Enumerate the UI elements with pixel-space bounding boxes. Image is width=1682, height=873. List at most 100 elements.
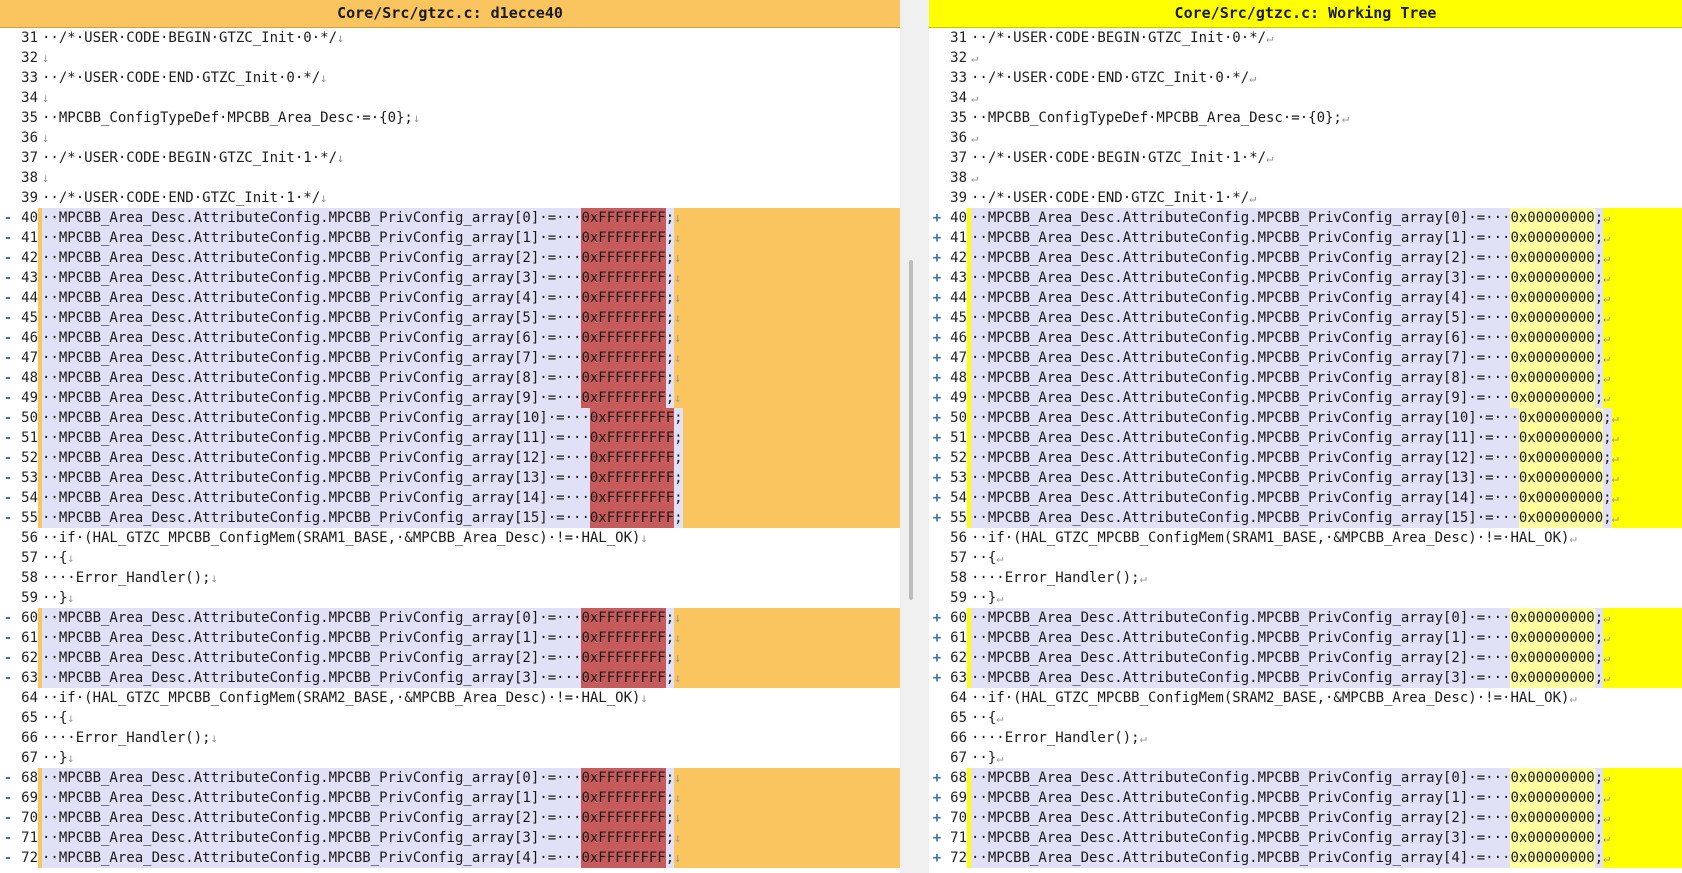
code-text[interactable]: ··} ↓ <box>38 748 900 768</box>
code-line[interactable]: +55 ··MPCBB_Area_Desc.AttributeConfig.MPC… <box>929 508 1682 528</box>
code-line[interactable]: +61 ··MPCBB_Area_Desc.AttributeConfig.MPC… <box>929 628 1682 648</box>
code-line[interactable]: -51 ··MPCBB_Area_Desc.AttributeConfig.MPC… <box>0 428 900 448</box>
code-line[interactable]: -72 ··MPCBB_Area_Desc.AttributeConfig.MPC… <box>0 848 900 868</box>
code-line[interactable]: 38 ↓ <box>0 168 900 188</box>
code-line[interactable]: 38 ↵ <box>929 168 1682 188</box>
code-text[interactable]: ↓ <box>38 48 900 68</box>
code-line[interactable]: +53 ··MPCBB_Area_Desc.AttributeConfig.MPC… <box>929 468 1682 488</box>
code-text[interactable]: ··MPCBB_Area_Desc.AttributeConfig.MPCBB_… <box>967 328 1682 348</box>
code-text[interactable]: ··MPCBB_Area_Desc.AttributeConfig.MPCBB_… <box>967 348 1682 368</box>
right-code-lines[interactable]: 31 ··/*·USER·CODE·BEGIN·GTZC_Init·0·*/↵ 32… <box>929 28 1682 868</box>
code-text[interactable]: ··MPCBB_Area_Desc.AttributeConfig.MPCBB_… <box>967 608 1682 628</box>
code-text[interactable]: ··MPCBB_Area_Desc.AttributeConfig.MPCBB_… <box>38 828 900 848</box>
code-line[interactable]: +45 ··MPCBB_Area_Desc.AttributeConfig.MPC… <box>929 308 1682 328</box>
code-text[interactable]: ··MPCBB_Area_Desc.AttributeConfig.MPCBB_… <box>38 248 900 268</box>
code-line[interactable]: -55 ··MPCBB_Area_Desc.AttributeConfig.MPC… <box>0 508 900 528</box>
code-text[interactable]: ↵ <box>967 48 1682 68</box>
code-text[interactable]: ··MPCBB_Area_Desc.AttributeConfig.MPCBB_… <box>967 368 1682 388</box>
code-line[interactable]: +40 ··MPCBB_Area_Desc.AttributeConfig.MPC… <box>929 208 1682 228</box>
code-text[interactable]: ··MPCBB_Area_Desc.AttributeConfig.MPCBB_… <box>967 508 1682 528</box>
code-line[interactable]: 35 ··MPCBB_ConfigTypeDef·MPCBB_Area_Desc·… <box>929 108 1682 128</box>
code-line[interactable]: +46 ··MPCBB_Area_Desc.AttributeConfig.MPC… <box>929 328 1682 348</box>
code-line[interactable]: 56 ··if·(HAL_GTZC_MPCBB_ConfigMem(SRAM1_B… <box>0 528 900 548</box>
code-line[interactable]: 58 ····Error_Handler(); ↵ <box>929 568 1682 588</box>
code-text[interactable]: ··MPCBB_Area_Desc.AttributeConfig.MPCBB_… <box>38 408 900 428</box>
code-text[interactable]: ··if·(HAL_GTZC_MPCBB_ConfigMem(SRAM1_BAS… <box>38 528 900 548</box>
code-text[interactable]: ··MPCBB_Area_Desc.AttributeConfig.MPCBB_… <box>38 308 900 328</box>
code-line[interactable]: 39 ··/*·USER·CODE·END·GTZC_Init·1·*/↵ <box>929 188 1682 208</box>
code-text[interactable]: ··MPCBB_Area_Desc.AttributeConfig.MPCBB_… <box>38 508 900 528</box>
code-line[interactable]: 36 ↵ <box>929 128 1682 148</box>
code-text[interactable]: ··MPCBB_ConfigTypeDef·MPCBB_Area_Desc·=·… <box>38 108 900 128</box>
code-text[interactable]: ··MPCBB_Area_Desc.AttributeConfig.MPCBB_… <box>967 428 1682 448</box>
code-text[interactable]: ··{↵ <box>967 708 1682 728</box>
code-text[interactable]: ↓ <box>38 88 900 108</box>
code-line[interactable]: 64 ··if·(HAL_GTZC_MPCBB_ConfigMem(SRAM2_B… <box>0 688 900 708</box>
code-line[interactable]: 66 ····Error_Handler(); ↵ <box>929 728 1682 748</box>
code-line[interactable]: -71 ··MPCBB_Area_Desc.AttributeConfig.MPC… <box>0 828 900 848</box>
code-text[interactable]: ··/*·USER·CODE·BEGIN·GTZC_Init·0·*/↵ <box>967 28 1682 48</box>
code-line[interactable]: 33 ··/*·USER·CODE·END·GTZC_Init·0·*/↓ <box>0 68 900 88</box>
code-line[interactable]: +60 ··MPCBB_Area_Desc.AttributeConfig.MPC… <box>929 608 1682 628</box>
code-text[interactable]: ··MPCBB_Area_Desc.AttributeConfig.MPCBB_… <box>967 768 1682 788</box>
code-text[interactable]: ··MPCBB_Area_Desc.AttributeConfig.MPCBB_… <box>967 468 1682 488</box>
code-text[interactable]: ··MPCBB_Area_Desc.AttributeConfig.MPCBB_… <box>38 648 900 668</box>
code-text[interactable]: ··if·(HAL_GTZC_MPCBB_ConfigMem(SRAM2_BAS… <box>967 688 1682 708</box>
code-line[interactable]: 67 ··} ↵ <box>929 748 1682 768</box>
code-line[interactable]: +44 ··MPCBB_Area_Desc.AttributeConfig.MPC… <box>929 288 1682 308</box>
code-text[interactable]: ··MPCBB_Area_Desc.AttributeConfig.MPCBB_… <box>967 288 1682 308</box>
code-line[interactable]: 57 ··{↵ <box>929 548 1682 568</box>
code-text[interactable]: ··MPCBB_Area_Desc.AttributeConfig.MPCBB_… <box>38 428 900 448</box>
code-text[interactable]: ··MPCBB_Area_Desc.AttributeConfig.MPCBB_… <box>967 248 1682 268</box>
code-text[interactable]: ··} ↵ <box>967 748 1682 768</box>
code-line[interactable]: 32 ↓ <box>0 48 900 68</box>
code-text[interactable]: ··{↓ <box>38 548 900 568</box>
code-line[interactable]: 37 ··/*·USER·CODE·BEGIN·GTZC_Init·1·*/↵ <box>929 148 1682 168</box>
code-text[interactable]: ··MPCBB_Area_Desc.AttributeConfig.MPCBB_… <box>38 368 900 388</box>
code-line[interactable]: +49 ··MPCBB_Area_Desc.AttributeConfig.MPC… <box>929 388 1682 408</box>
code-line[interactable]: 32 ↵ <box>929 48 1682 68</box>
code-text[interactable]: ··} ↵ <box>967 588 1682 608</box>
code-text[interactable]: ····Error_Handler(); ↓ <box>38 568 900 588</box>
code-text[interactable]: ··MPCBB_Area_Desc.AttributeConfig.MPCBB_… <box>967 628 1682 648</box>
code-line[interactable]: -50 ··MPCBB_Area_Desc.AttributeConfig.MPC… <box>0 408 900 428</box>
code-line[interactable]: 34 ↵ <box>929 88 1682 108</box>
code-text[interactable]: ··MPCBB_Area_Desc.AttributeConfig.MPCBB_… <box>967 848 1682 868</box>
code-text[interactable]: ··MPCBB_Area_Desc.AttributeConfig.MPCBB_… <box>38 628 900 648</box>
code-line[interactable]: 31 ··/*·USER·CODE·BEGIN·GTZC_Init·0·*/↓ <box>0 28 900 48</box>
code-line[interactable]: +63 ··MPCBB_Area_Desc.AttributeConfig.MPC… <box>929 668 1682 688</box>
code-line[interactable]: -63 ··MPCBB_Area_Desc.AttributeConfig.MPC… <box>0 668 900 688</box>
code-text[interactable]: ··MPCBB_Area_Desc.AttributeConfig.MPCBB_… <box>967 828 1682 848</box>
code-text[interactable]: ··MPCBB_Area_Desc.AttributeConfig.MPCBB_… <box>967 208 1682 228</box>
code-line[interactable]: -62 ··MPCBB_Area_Desc.AttributeConfig.MPC… <box>0 648 900 668</box>
code-line[interactable]: -69 ··MPCBB_Area_Desc.AttributeConfig.MPC… <box>0 788 900 808</box>
code-line[interactable]: 57 ··{↓ <box>0 548 900 568</box>
code-line[interactable]: 39 ··/*·USER·CODE·END·GTZC_Init·1·*/↓ <box>0 188 900 208</box>
code-line[interactable]: 59 ··} ↵ <box>929 588 1682 608</box>
code-line[interactable]: -52 ··MPCBB_Area_Desc.AttributeConfig.MPC… <box>0 448 900 468</box>
code-line[interactable]: +42 ··MPCBB_Area_Desc.AttributeConfig.MPC… <box>929 248 1682 268</box>
code-text[interactable]: ··/*·USER·CODE·END·GTZC_Init·1·*/↵ <box>967 188 1682 208</box>
code-line[interactable]: -49 ··MPCBB_Area_Desc.AttributeConfig.MPC… <box>0 388 900 408</box>
code-text[interactable]: ↵ <box>967 88 1682 108</box>
code-line[interactable]: +70 ··MPCBB_Area_Desc.AttributeConfig.MPC… <box>929 808 1682 828</box>
code-text[interactable]: ··MPCBB_Area_Desc.AttributeConfig.MPCBB_… <box>38 348 900 368</box>
code-text[interactable]: ··MPCBB_Area_Desc.AttributeConfig.MPCBB_… <box>38 768 900 788</box>
code-line[interactable]: -41 ··MPCBB_Area_Desc.AttributeConfig.MPC… <box>0 228 900 248</box>
code-text[interactable]: ····Error_Handler(); ↓ <box>38 728 900 748</box>
code-line[interactable]: 65 ··{↓ <box>0 708 900 728</box>
code-line[interactable]: 66 ····Error_Handler(); ↓ <box>0 728 900 748</box>
code-text[interactable]: ··MPCBB_Area_Desc.AttributeConfig.MPCBB_… <box>967 668 1682 688</box>
code-text[interactable]: ··if·(HAL_GTZC_MPCBB_ConfigMem(SRAM1_BAS… <box>967 528 1682 548</box>
code-text[interactable]: ··MPCBB_Area_Desc.AttributeConfig.MPCBB_… <box>38 608 900 628</box>
code-line[interactable]: +54 ··MPCBB_Area_Desc.AttributeConfig.MPC… <box>929 488 1682 508</box>
code-line[interactable]: -40 ··MPCBB_Area_Desc.AttributeConfig.MPC… <box>0 208 900 228</box>
code-line[interactable]: -46 ··MPCBB_Area_Desc.AttributeConfig.MPC… <box>0 328 900 348</box>
code-line[interactable]: +62 ··MPCBB_Area_Desc.AttributeConfig.MPC… <box>929 648 1682 668</box>
code-line[interactable]: 64 ··if·(HAL_GTZC_MPCBB_ConfigMem(SRAM2_B… <box>929 688 1682 708</box>
code-line[interactable]: -68 ··MPCBB_Area_Desc.AttributeConfig.MPC… <box>0 768 900 788</box>
code-line[interactable]: 35 ··MPCBB_ConfigTypeDef·MPCBB_Area_Desc·… <box>0 108 900 128</box>
code-text[interactable]: ··MPCBB_ConfigTypeDef·MPCBB_Area_Desc·=·… <box>967 108 1682 128</box>
code-text[interactable]: ··MPCBB_Area_Desc.AttributeConfig.MPCBB_… <box>38 848 900 868</box>
code-text[interactable]: ··MPCBB_Area_Desc.AttributeConfig.MPCBB_… <box>38 268 900 288</box>
